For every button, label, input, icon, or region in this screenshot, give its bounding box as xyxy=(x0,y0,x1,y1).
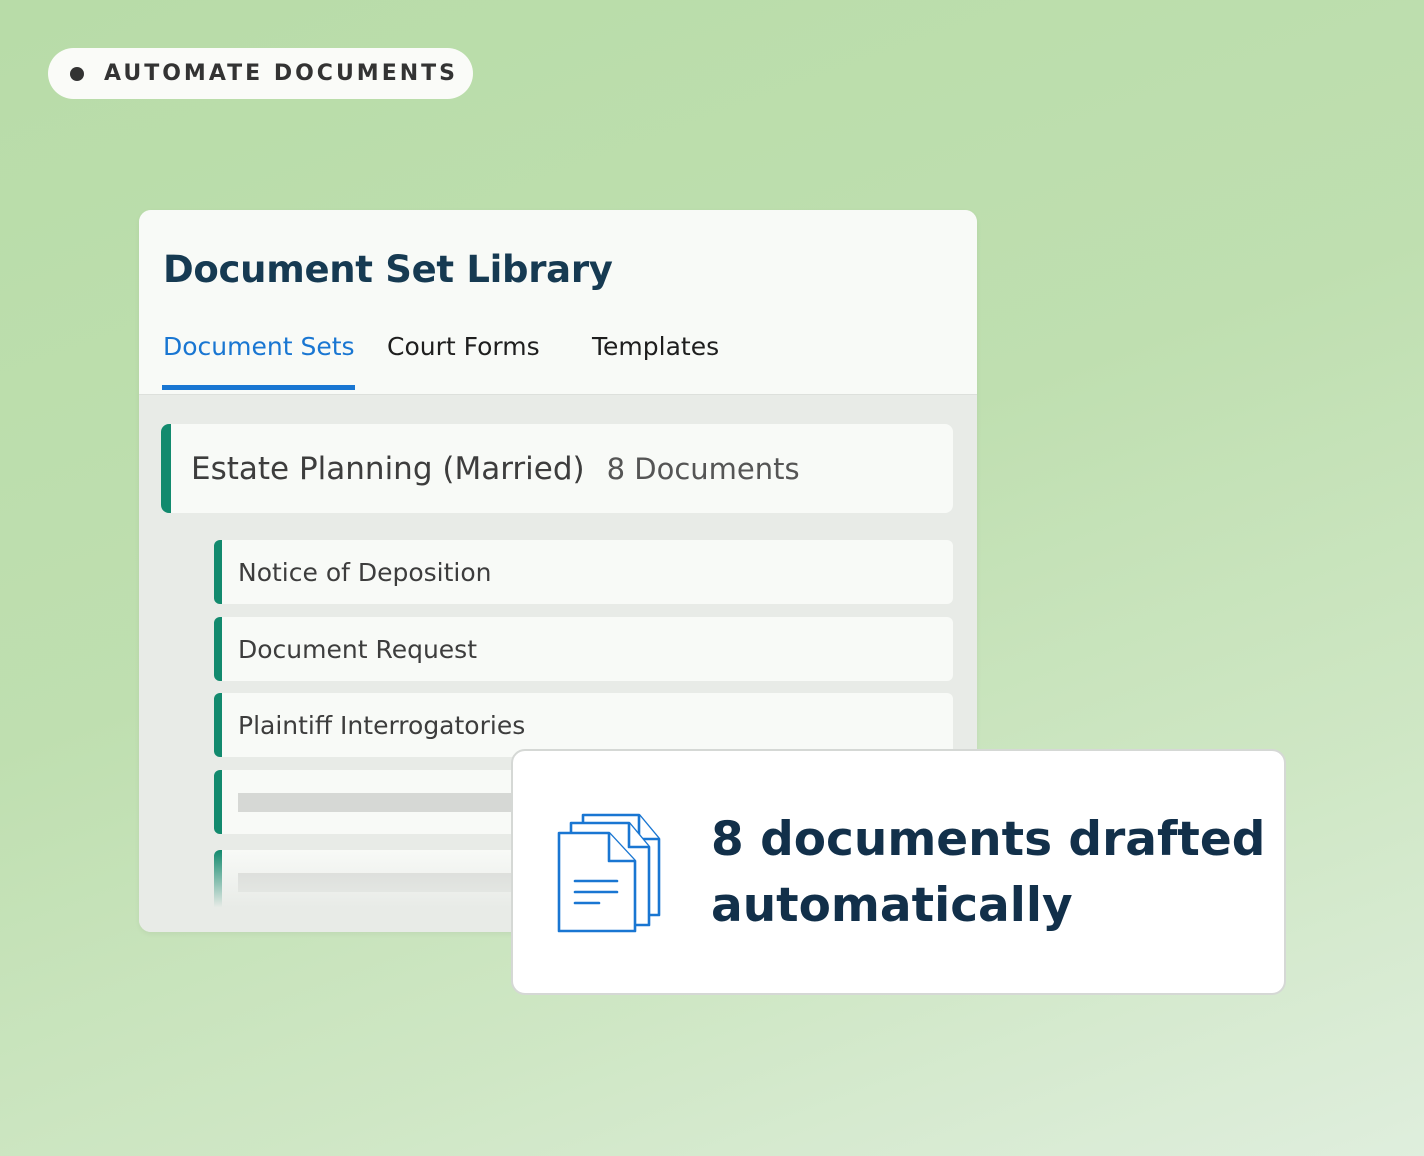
document-set-row[interactable]: Estate Planning (Married) 8 Documents xyxy=(161,424,953,513)
document-list-item[interactable]: Document Request xyxy=(214,617,953,681)
active-tab-indicator xyxy=(162,385,355,390)
automate-documents-badge: AUTOMATE DOCUMENTS xyxy=(48,48,473,99)
badge-label: AUTOMATE DOCUMENTS xyxy=(104,61,458,86)
documents-drafted-notice: 8 documents drafted automatically xyxy=(511,749,1286,995)
document-label: Notice of Deposition xyxy=(238,557,492,587)
tab-templates[interactable]: Templates xyxy=(592,332,719,361)
bullet-dot-icon xyxy=(70,66,84,81)
card-header: Document Set Library Document Sets Court… xyxy=(139,210,977,395)
document-label: Document Request xyxy=(238,634,478,664)
tab-court-forms[interactable]: Court Forms xyxy=(387,332,540,361)
notice-message: 8 documents drafted automatically xyxy=(711,812,1266,933)
document-set-count: 8 Documents xyxy=(606,451,800,486)
document-list-item[interactable]: Plaintiff Interrogatories xyxy=(214,693,953,757)
page-title: Document Set Library xyxy=(163,248,613,291)
loading-placeholder-bar xyxy=(238,792,538,812)
tab-document-sets[interactable]: Document Sets xyxy=(163,332,355,361)
document-label: Plaintiff Interrogatories xyxy=(238,710,526,740)
documents-stack-icon xyxy=(557,813,661,933)
document-set-name: Estate Planning (Married) xyxy=(191,450,585,487)
document-list-item[interactable]: Notice of Deposition xyxy=(214,540,953,604)
